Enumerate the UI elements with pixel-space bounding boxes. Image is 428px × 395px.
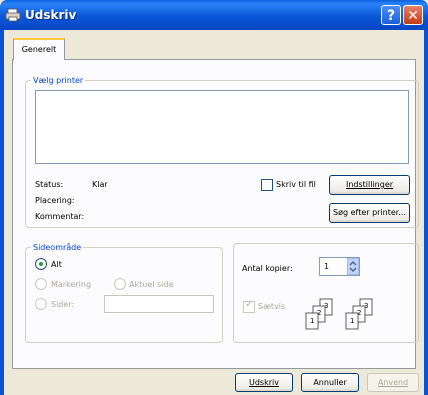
status-value: Klar [92, 180, 108, 189]
print-to-file-checkbox[interactable] [261, 179, 273, 191]
range-selection-label: Markering [51, 280, 92, 289]
range-current-page-label: Aktuel side [129, 280, 174, 289]
copies-spin-arrows[interactable] [347, 258, 359, 275]
status-label: Status: [35, 180, 64, 189]
window-frame-right [424, 30, 428, 395]
collate-pages-icon-second: 3 2 1 [345, 298, 373, 330]
print-button-label: Udskriv [249, 378, 279, 387]
tab-general[interactable]: Generelt [13, 38, 65, 60]
svg-text:1: 1 [310, 317, 314, 325]
help-button[interactable]: ? [381, 5, 401, 25]
title-bar[interactable]: Udskriv ? ✕ [0, 0, 428, 30]
svg-text:1: 1 [350, 317, 354, 325]
comment-label: Kommentar: [35, 212, 85, 221]
apply-button[interactable]: Anvend [367, 373, 419, 392]
range-selection-radio[interactable] [35, 278, 47, 290]
range-pages-radio[interactable] [35, 298, 47, 310]
copies-label: Antal kopier: [242, 264, 293, 273]
find-printer-button-label: Søg efter printer... [333, 208, 406, 217]
copies-value: 1 [324, 262, 330, 271]
settings-button-label: Indstillinger [345, 180, 394, 189]
spin-up-down-icon [349, 261, 357, 272]
select-printer-legend: Vælg printer [33, 76, 84, 85]
range-pages-label: Sider: [51, 300, 75, 309]
window-frame-left [0, 30, 4, 395]
cancel-button[interactable]: Annuller [301, 373, 359, 392]
printer-app-icon [5, 8, 21, 22]
apply-button-label: Anvend [377, 378, 409, 387]
pages-input[interactable] [104, 295, 214, 313]
collate-checkbox[interactable] [243, 299, 255, 313]
printer-list[interactable] [35, 90, 409, 164]
settings-button[interactable]: Indstillinger [329, 175, 410, 195]
range-all-radio[interactable] [35, 258, 47, 270]
find-printer-button[interactable]: Søg efter printer... [329, 203, 410, 223]
page-range-legend: Sideområde [33, 243, 82, 252]
close-button[interactable]: ✕ [403, 5, 423, 25]
page-range-group: Sideområde [25, 243, 223, 343]
print-to-file-label: Skriv til fil [276, 180, 316, 189]
collate-label: Sætvis [258, 302, 286, 311]
location-label: Placering: [35, 196, 75, 205]
cancel-button-label: Annuller [313, 378, 347, 387]
range-all-label: Alt [51, 260, 62, 269]
print-dialog: Udskriv ? ✕ Generelt Vælg printer Status… [0, 0, 428, 395]
window-title: Udskriv [25, 8, 77, 22]
print-button[interactable]: Udskriv [235, 373, 293, 392]
range-current-page-radio[interactable] [114, 278, 126, 290]
